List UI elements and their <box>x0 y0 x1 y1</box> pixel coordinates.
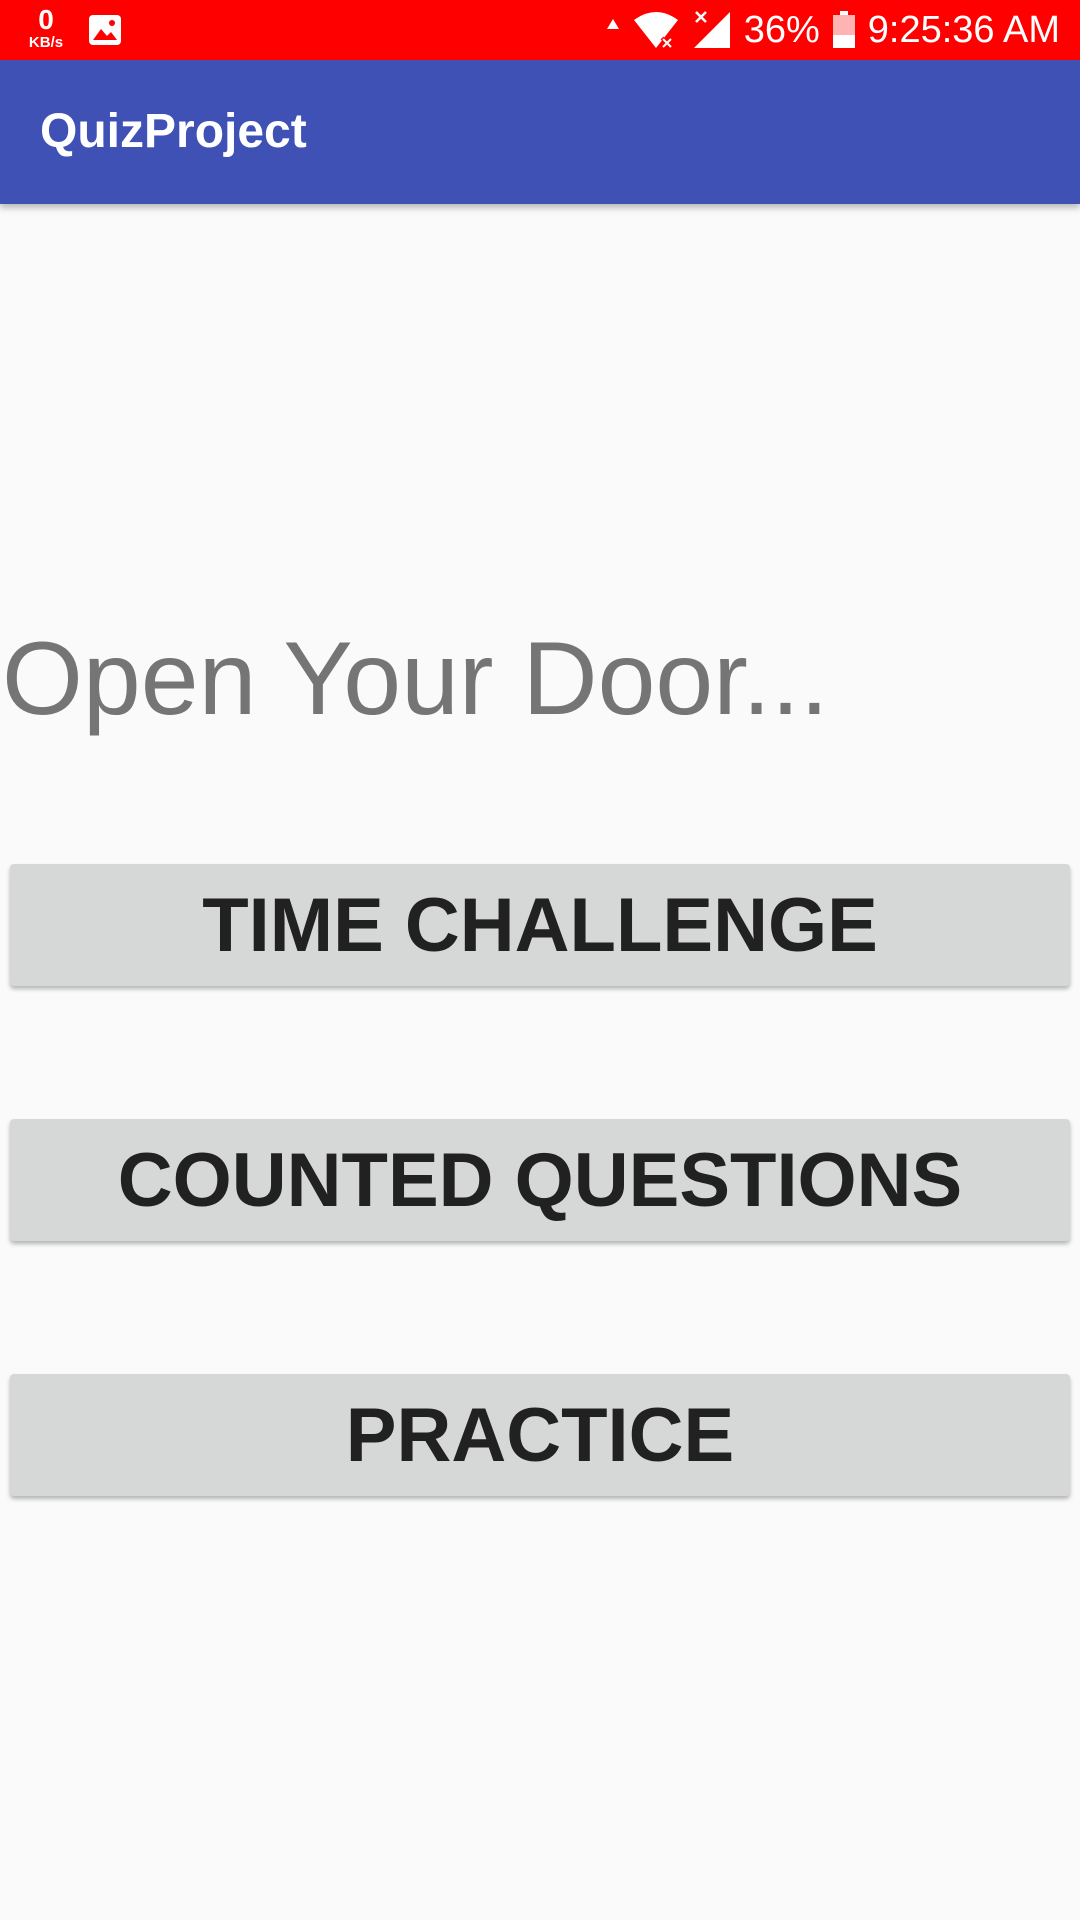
time-challenge-button[interactable]: TIME CHALLENGE <box>10 864 1070 986</box>
network-speed: 0 KB/s <box>18 4 74 51</box>
status-bar: 0 KB/s 36% 9:25:36 AM <box>0 0 1080 60</box>
battery-icon <box>832 11 856 49</box>
network-speed-value: 0 <box>38 4 54 35</box>
network-speed-unit: KB/s <box>28 34 64 51</box>
app-bar: QuizProject <box>0 60 1080 204</box>
wifi-icon <box>632 10 680 50</box>
gallery-icon <box>88 14 122 46</box>
headline: Open Your Door... <box>2 621 829 737</box>
status-icons: 36% 9:25:36 AM <box>606 0 1060 60</box>
clock: 9:25:36 AM <box>867 8 1060 51</box>
battery-percent: 36% <box>743 8 820 51</box>
practice-button[interactable]: PRACTICE <box>10 1374 1070 1496</box>
counted-questions-button[interactable]: COUNTED QUESTIONS <box>10 1119 1070 1241</box>
app-title: QuizProject <box>40 105 307 158</box>
signal-icon <box>692 10 732 50</box>
data-arrow-icon <box>606 15 620 45</box>
